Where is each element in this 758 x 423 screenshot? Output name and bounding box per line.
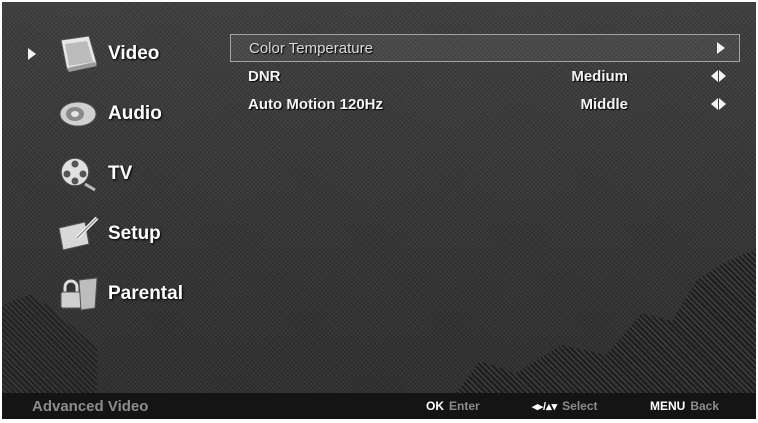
video-icon — [52, 34, 104, 74]
main-menu-sidebar: Video Audio TV Setup Parental — [14, 24, 214, 324]
navigation-arrows-icon: ◂▸/▴▾ — [532, 400, 558, 413]
selected-arrow-icon — [28, 48, 36, 60]
menu-item-label: TV — [108, 163, 133, 184]
menu-item-label: Parental — [108, 283, 183, 304]
submenu-arrow-icon[interactable] — [717, 42, 725, 54]
menu-item-label: Setup — [108, 223, 161, 244]
menu-item-label: Audio — [108, 103, 162, 124]
setting-label: Color Temperature — [249, 39, 373, 57]
footer-bar: Advanced Video OK Enter ◂▸/▴▾ Select MEN… — [2, 393, 756, 419]
footer-title: Advanced Video — [32, 397, 149, 415]
select-hint-label: Select — [562, 399, 598, 413]
setting-label: DNR — [248, 67, 281, 85]
menu-item-video[interactable]: Video — [14, 24, 214, 84]
left-right-arrows-icon[interactable] — [711, 98, 726, 110]
enter-hint-label: Enter — [449, 399, 480, 413]
setting-value: Medium — [571, 67, 628, 85]
parental-lock-icon — [52, 274, 104, 314]
ok-enter-hint: OK Enter — [426, 399, 480, 413]
audio-icon — [52, 94, 104, 134]
back-hint-label: Back — [690, 399, 720, 413]
left-right-arrows-icon[interactable] — [711, 70, 726, 82]
tv-reel-icon — [52, 154, 104, 194]
setting-row-dnr[interactable]: DNR Medium — [230, 62, 740, 90]
menu-item-tv[interactable]: TV — [14, 144, 214, 204]
settings-panel: Color Temperature DNR Medium Auto Motion… — [230, 34, 740, 118]
setting-row-auto-motion[interactable]: Auto Motion 120Hz Middle — [230, 90, 740, 118]
setup-icon — [52, 214, 104, 254]
ok-key: OK — [426, 399, 444, 413]
setting-label: Auto Motion 120Hz — [248, 95, 383, 113]
menu-item-label: Video — [108, 43, 160, 64]
menu-back-hint: MENU Back — [650, 399, 719, 413]
setting-value: Middle — [580, 95, 629, 113]
select-hint: ◂▸/▴▾ Select — [532, 399, 598, 413]
menu-item-parental[interactable]: Parental — [14, 264, 214, 324]
background-scenery-right — [456, 249, 756, 393]
menu-key: MENU — [650, 399, 686, 413]
tv-osd-screen: Video Audio TV Setup Parental Color Temp… — [2, 2, 756, 419]
menu-item-audio[interactable]: Audio — [14, 84, 214, 144]
setting-row-color-temperature[interactable]: Color Temperature — [230, 34, 740, 62]
menu-item-setup[interactable]: Setup — [14, 204, 214, 264]
